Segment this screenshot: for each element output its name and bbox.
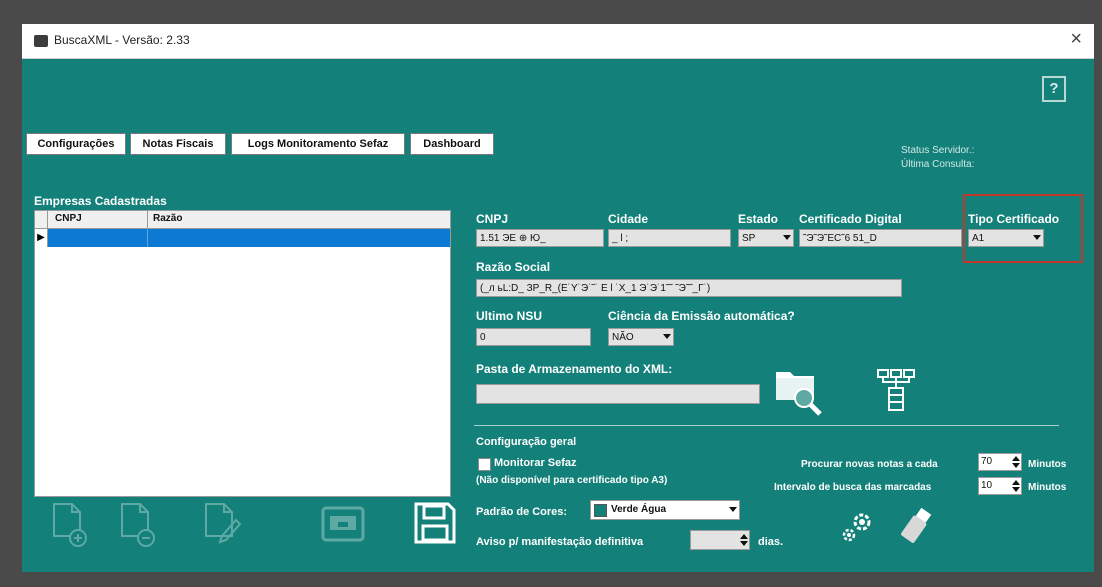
network-icon[interactable] — [876, 368, 916, 414]
nsu-label: Ultimo NSU — [476, 309, 542, 323]
chevron-down-icon — [783, 235, 791, 240]
grid-header: CNPJ Razão — [35, 211, 450, 229]
certificado-field[interactable]: ˜Э˜Э˜ЕС˜6 51_D — [799, 229, 962, 247]
chevron-down-icon — [729, 507, 737, 512]
status-ultima-consulta: Última Consulta: — [901, 159, 975, 170]
edit-file-icon[interactable] — [202, 502, 242, 548]
nao-disponivel-note: (Não disponível para certificado tipo A3… — [476, 475, 668, 486]
gears-icon[interactable] — [840, 510, 876, 544]
procurar-unit: Minutos — [1028, 459, 1067, 470]
card-icon[interactable] — [320, 502, 366, 546]
tab-configuracoes[interactable]: Configurações — [26, 133, 126, 155]
monitorar-checkbox[interactable] — [478, 458, 491, 471]
usb-icon[interactable] — [898, 506, 934, 546]
aviso-stepper[interactable] — [690, 530, 750, 550]
remove-file-icon[interactable] — [118, 502, 158, 548]
folder-search-icon[interactable] — [774, 364, 824, 416]
cnpj-label: CNPJ — [476, 212, 509, 226]
intervalo-stepper[interactable]: 10 — [978, 477, 1022, 495]
estado-select[interactable]: SP — [738, 229, 794, 247]
tipo-certificado-value: A1 — [972, 233, 985, 244]
ciencia-select[interactable]: NÃO — [608, 328, 674, 346]
aviso-label: Aviso p/ manifestação definitiva — [476, 536, 644, 548]
grid-header-indicator — [35, 211, 48, 228]
close-button[interactable]: × — [1070, 28, 1082, 51]
estado-label: Estado — [738, 212, 779, 226]
spin-arrows-icon[interactable] — [740, 533, 748, 547]
cidade-label: Cidade — [608, 212, 649, 226]
certificado-label: Certificado Digital — [799, 212, 902, 226]
padrao-label: Padrão de Cores: — [476, 506, 568, 518]
add-file-icon[interactable] — [50, 502, 90, 548]
tab-dashboard[interactable]: Dashboard — [410, 133, 494, 155]
column-separator — [147, 211, 148, 228]
status-servidor: Status Servidor.: — [901, 145, 975, 156]
procurar-label: Procurar novas notas a cada — [801, 459, 938, 470]
ciencia-label: Ciência da Emissão automática? — [608, 309, 795, 323]
tipo-certificado-select[interactable]: A1 — [968, 229, 1044, 247]
row-indicator: ▶ — [35, 229, 48, 247]
padrao-select[interactable]: Verde Água — [590, 500, 740, 520]
intervalo-unit: Minutos — [1028, 482, 1067, 493]
ciencia-value: NÃO — [612, 332, 634, 343]
tipo-certificado-label: Tipo Certificado — [968, 212, 1060, 226]
column-cnpj[interactable]: CNPJ — [55, 213, 82, 224]
pasta-label: Pasta de Armazenamento do XML: — [476, 362, 673, 376]
estado-value: SP — [742, 233, 756, 244]
app-window: BuscaXML - Versão: 2.33 × ? Configuraçõe… — [22, 24, 1094, 572]
padrao-value: Verde Água — [611, 504, 667, 515]
title-bar: BuscaXML - Versão: 2.33 × — [22, 24, 1094, 59]
color-swatch — [594, 504, 607, 517]
cnpj-field[interactable]: 1.51 ЭЕ ⊕ Ю_ — [476, 229, 604, 247]
app-icon — [34, 35, 48, 47]
aviso-unit: dias. — [758, 536, 784, 548]
monitorar-label: Monitorar Sefaz — [494, 457, 577, 469]
procurar-stepper[interactable]: 70 — [978, 453, 1022, 471]
table-row[interactable] — [48, 229, 450, 247]
section-divider — [474, 425, 1059, 426]
razao-field[interactable]: (_л ьL:D_ ЗР_R_(Ε˙Υ˙Э˙˜˙ Ε l ˙Х_1 Э˙Э˙1˜… — [476, 279, 902, 297]
intervalo-value: 10 — [981, 480, 993, 491]
empresas-title: Empresas Cadastradas — [34, 194, 167, 208]
row-separator — [147, 229, 148, 247]
cidade-field[interactable]: _ l ; — [608, 229, 731, 247]
pasta-field[interactable] — [476, 384, 760, 404]
procurar-value: 70 — [981, 456, 993, 467]
razao-label: Razão Social — [476, 260, 551, 274]
spin-arrows-icon[interactable] — [1012, 479, 1020, 493]
chevron-down-icon — [1033, 235, 1041, 240]
empresas-grid[interactable]: CNPJ Razão ▶ — [34, 210, 451, 497]
column-razao[interactable]: Razão — [153, 213, 182, 224]
tab-logs-monitoramento[interactable]: Logs Monitoramento Sefaz — [231, 133, 405, 155]
window-title: BuscaXML - Versão: 2.33 — [54, 33, 190, 47]
tab-notas-fiscais[interactable]: Notas Fiscais — [130, 133, 226, 155]
help-button[interactable]: ? — [1042, 76, 1066, 102]
config-title: Configuração geral — [476, 436, 577, 448]
nsu-field[interactable]: 0 — [476, 328, 591, 346]
save-icon[interactable] — [412, 500, 458, 546]
chevron-down-icon — [663, 334, 671, 339]
spin-arrows-icon[interactable] — [1012, 455, 1020, 469]
intervalo-label: Intervalo de busca das marcadas — [774, 482, 932, 493]
